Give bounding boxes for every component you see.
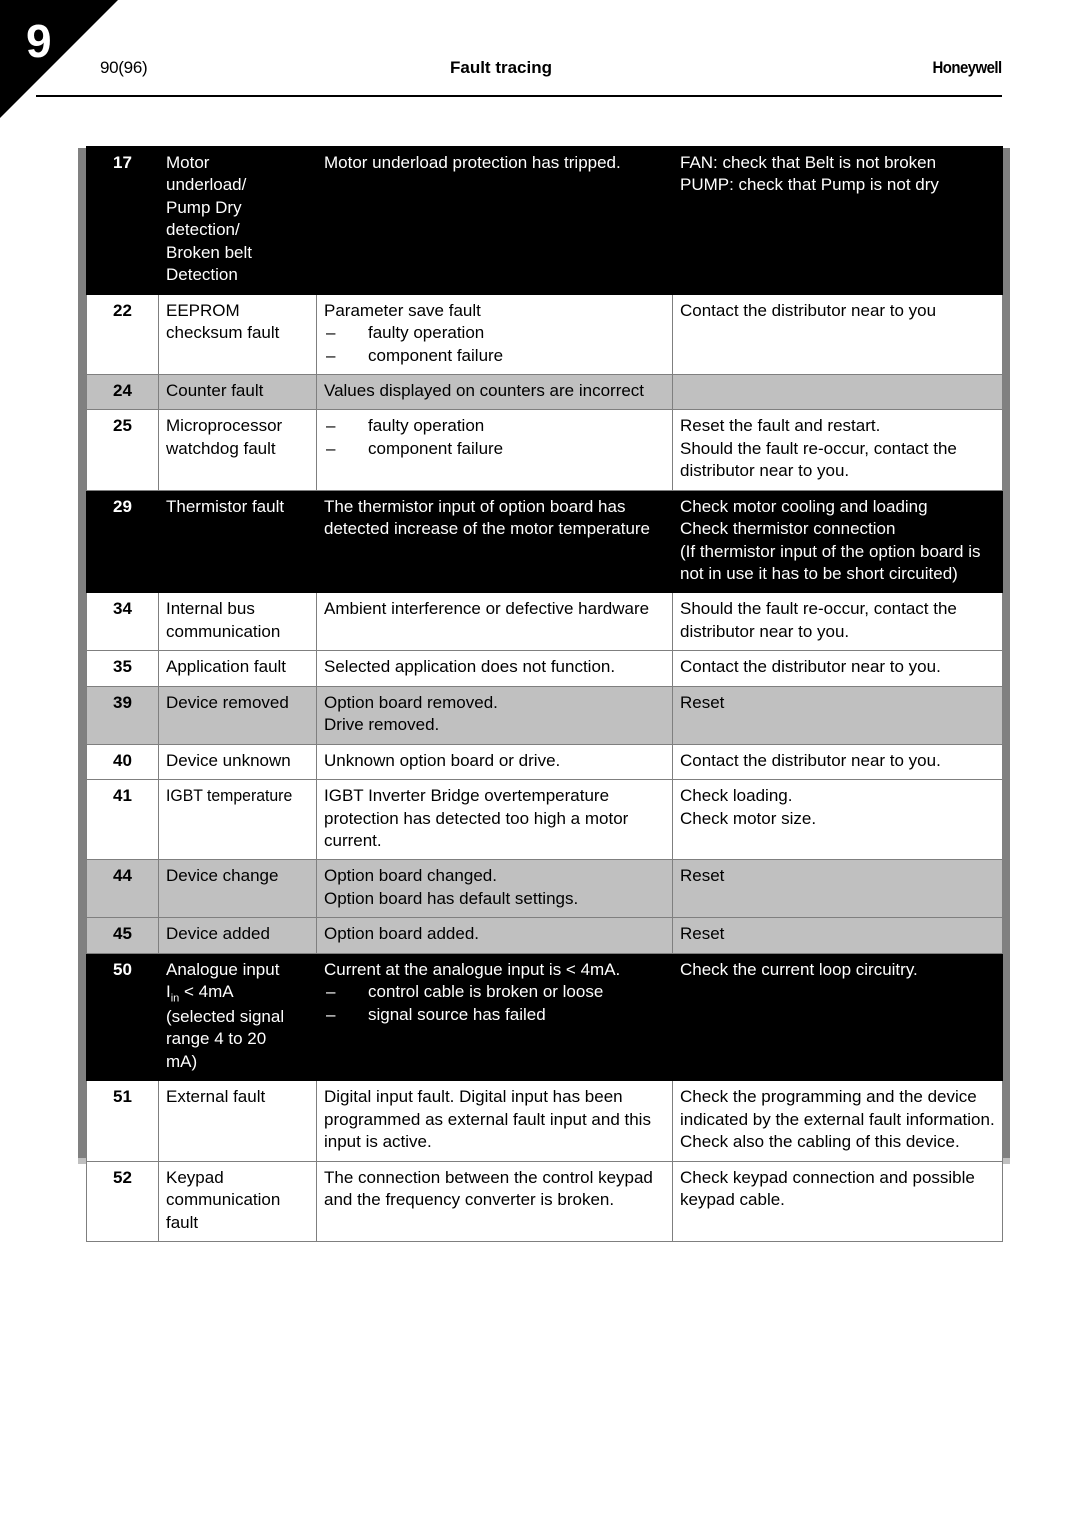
table-row: 41 IGBT temperature IGBT Inverter Bridge o… [86, 779, 1003, 861]
fault-description: Digital input fault. Digital input has b… [316, 1080, 673, 1162]
fault-code: 34 [86, 592, 159, 652]
fault-remedy: Reset the fault and restart. Should the f… [672, 409, 1003, 491]
fault-description-list: – control cable is broken or loose – signal… [324, 981, 665, 1026]
fault-remedy: Contact the distributor near to you. [672, 743, 1003, 781]
fault-remedy [672, 373, 1003, 411]
table-row: 34 Internal bus communication Ambient inter… [86, 592, 1003, 652]
fault-code: 45 [86, 917, 159, 954]
fault-description: Parameter save fault – faulty operation – co… [316, 293, 673, 375]
fault-remedy: Check keypad connection and possible key… [672, 1160, 1003, 1242]
fault-description: Current at the analogue input is < 4mA. –… [316, 952, 673, 1082]
fault-remedy: FAN: check that Belt is not broken PUMP: … [672, 146, 1003, 295]
fault-description: Values displayed on counters are incorre… [316, 373, 673, 411]
table-row: 22 EEPROM checksum fault Parameter save fau… [86, 293, 1003, 375]
table-row: 17 Motor underload/Pump Dry detection/Broke… [86, 146, 1003, 295]
dash-bullet-icon: – [326, 438, 336, 458]
table-row: 29 Thermistor fault The thermistor input o… [86, 489, 1003, 594]
fault-description-list: – faulty operation – component failure [324, 322, 665, 367]
fault-remedy: Reset [672, 859, 1003, 919]
table-row: 45 Device added Option board added. Reset [86, 917, 1003, 954]
fault-code: 25 [86, 409, 159, 491]
fault-name: Keypad communication fault [158, 1160, 317, 1242]
fault-description: Option board removed. Drive removed. [316, 685, 673, 745]
fault-name: Internal bus communication [158, 592, 317, 652]
table-row: 40 Device unknown Unknown option board or … [86, 743, 1003, 781]
fault-remedy: Reset [672, 685, 1003, 745]
fault-name: Device added [158, 917, 317, 954]
fault-remedy: Reset [672, 917, 1003, 954]
table-shadow-left [78, 148, 86, 1158]
fault-description: The thermistor input of option board has… [316, 489, 673, 594]
fault-description: Option board added. [316, 917, 673, 954]
table-row: 50 Analogue input Iin < 4mA (selected signa… [86, 952, 1003, 1082]
fault-code: 17 [86, 146, 159, 295]
header-row: 90(96) Fault tracing Honeywell [0, 58, 1003, 92]
table-row: 52 Keypad communication fault The connection… [86, 1160, 1003, 1242]
fault-code: 44 [86, 859, 159, 919]
fault-description: – faulty operation – component failure [316, 409, 673, 491]
fault-name: Device removed [158, 685, 317, 745]
fault-name: Thermistor fault [158, 489, 317, 594]
fault-code: 22 [86, 293, 159, 375]
dash-bullet-icon: – [326, 1004, 336, 1024]
fault-table-container: 17 Motor underload/Pump Dry detection/Broke… [78, 146, 1010, 1242]
fault-description: Selected application does not function. [316, 650, 673, 687]
dash-bullet-icon: – [326, 345, 336, 365]
page-title: Fault tracing [449, 58, 552, 77]
list-item: – faulty operation [324, 415, 665, 437]
list-item: – faulty operation [324, 322, 665, 344]
table-row: 25 Microprocessor watchdog fault – faulty op… [86, 409, 1003, 491]
fault-remedy: Check motor cooling and loading Check the… [672, 489, 1003, 594]
list-item: – component failure [324, 345, 665, 367]
fault-remedy: Contact the distributor near to you. [672, 650, 1003, 687]
fault-description: Ambient interference or defective hardwa… [316, 592, 673, 652]
list-item: – signal source has failed [324, 1004, 665, 1026]
table-row: 39 Device removed Option board removed. Dri… [86, 685, 1003, 745]
fault-name: Application fault [158, 650, 317, 687]
fault-remedy: Check the programming and the device ind… [672, 1080, 1003, 1162]
dash-bullet-icon: – [326, 323, 336, 343]
fault-name: Device change [158, 859, 317, 919]
dash-bullet-icon: – [326, 982, 336, 1002]
fault-code: 50 [86, 952, 159, 1082]
fault-remedy: Should the fault re-occur, contact the d… [672, 592, 1003, 652]
fault-description: Option board changed. Option board has de… [316, 859, 673, 919]
fault-code: 40 [86, 743, 159, 781]
fault-code: 51 [86, 1080, 159, 1162]
fault-description: IGBT Inverter Bridge overtemperature pro… [316, 779, 673, 861]
table-shadow-right [1002, 148, 1010, 1158]
page-header: 9 90(96) Fault tracing Honeywell [0, 0, 1080, 120]
fault-description: Unknown option board or drive. [316, 743, 673, 781]
fault-code: 24 [86, 373, 159, 411]
dash-bullet-icon: – [326, 416, 336, 436]
fault-code-table: 17 Motor underload/Pump Dry detection/Broke… [86, 146, 1003, 1242]
fault-remedy: Check loading. Check motor size. [672, 779, 1003, 861]
fault-remedy: Check the current loop circuitry. [672, 952, 1003, 1082]
fault-description: The connection between the control keypa… [316, 1160, 673, 1242]
fault-name: Device unknown [158, 743, 317, 781]
list-item: – component failure [324, 438, 665, 460]
fault-name: Analogue input Iin < 4mA (selected signal r… [158, 952, 317, 1082]
table-row: 24 Counter fault Values displayed on count… [86, 373, 1003, 411]
fault-name: Counter fault [158, 373, 317, 411]
table-row: 51 External fault Digital input fault. Dig… [86, 1080, 1003, 1162]
list-item: – control cable is broken or loose [324, 981, 665, 1003]
fault-code: 29 [86, 489, 159, 594]
table-row: 44 Device change Option board changed. Opti… [86, 859, 1003, 919]
table-row: 35 Application fault Selected application … [86, 650, 1003, 687]
fault-remedy: Contact the distributor near to you [672, 293, 1003, 375]
fault-code: 39 [86, 685, 159, 745]
fault-name: Motor underload/Pump Dry detection/Broken … [158, 146, 317, 295]
fault-name: Microprocessor watchdog fault [158, 409, 317, 491]
fault-name: External fault [158, 1080, 317, 1162]
fault-code: 41 [86, 779, 159, 861]
fault-code: 35 [86, 650, 159, 687]
fault-name: IGBT temperature [158, 779, 317, 861]
fault-code: 52 [86, 1160, 159, 1242]
fault-name: EEPROM checksum fault [158, 293, 317, 375]
fault-description: Motor underload protection has tripped. [316, 146, 673, 295]
header-divider [36, 95, 1002, 97]
fault-description-list: – faulty operation – component failure [324, 415, 665, 460]
brand-logo: Honeywell [932, 58, 1003, 77]
